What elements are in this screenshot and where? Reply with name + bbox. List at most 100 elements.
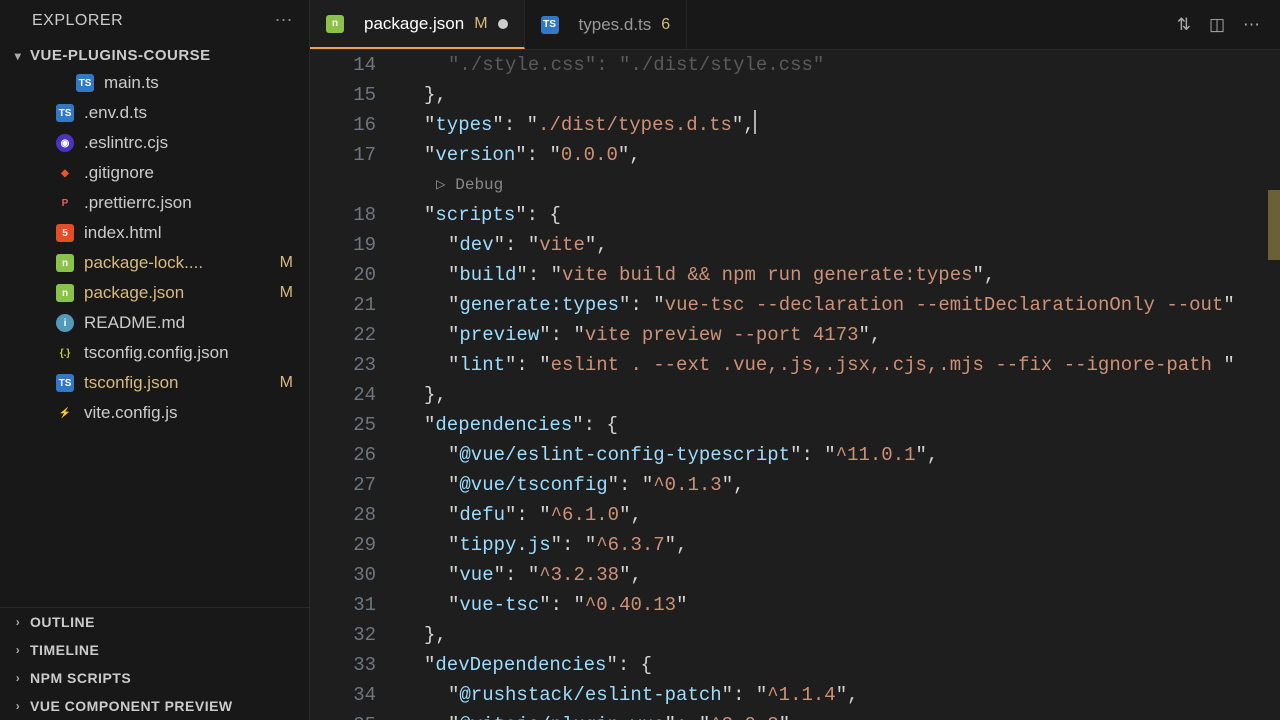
- file-item[interactable]: ◉.eslintrc.cjs: [0, 128, 309, 158]
- file-item[interactable]: {.}tsconfig.config.json: [0, 338, 309, 368]
- modified-badge: M: [280, 284, 293, 302]
- code-line[interactable]: },: [400, 620, 1280, 650]
- line-number: 23: [310, 350, 400, 380]
- line-number: 26: [310, 440, 400, 470]
- split-icon[interactable]: ◫: [1209, 15, 1225, 35]
- line-number: 28: [310, 500, 400, 530]
- folder-header[interactable]: ▾ VUE-PLUGINS-COURSE: [0, 43, 309, 68]
- code-line[interactable]: "vue": "^3.2.38",: [400, 560, 1280, 590]
- code-line[interactable]: "lint": "eslint . --ext .vue,.js,.jsx,.c…: [400, 350, 1280, 380]
- npm-icon: n: [56, 254, 74, 272]
- tab-name: types.d.ts: [579, 15, 652, 35]
- code-line[interactable]: "@vue/tsconfig": "^0.1.3",: [400, 470, 1280, 500]
- code-editor[interactable]: 1415161718192021222324252627282930313233…: [310, 50, 1280, 720]
- line-number: 30: [310, 560, 400, 590]
- eslint-icon: ◉: [56, 134, 74, 152]
- file-item[interactable]: TS .env.d.ts: [0, 98, 309, 128]
- line-number: 29: [310, 530, 400, 560]
- line-number: 18: [310, 200, 400, 230]
- code-line[interactable]: },: [400, 380, 1280, 410]
- scrollbar-marker[interactable]: [1268, 190, 1280, 260]
- code-content[interactable]: "./style.css": "./dist/style.css"},"type…: [400, 50, 1280, 720]
- line-number: 17: [310, 140, 400, 170]
- tab-name: package.json: [364, 14, 464, 34]
- code-line[interactable]: "preview": "vite preview --port 4173",: [400, 320, 1280, 350]
- compare-icon[interactable]: ⇅: [1177, 15, 1191, 35]
- code-line[interactable]: "./style.css": "./dist/style.css": [400, 50, 1280, 80]
- tab-badge: 6: [661, 16, 670, 34]
- html-icon: 5: [56, 224, 74, 242]
- file-item[interactable]: P .prettierrc.json: [0, 188, 309, 218]
- cursor: [754, 110, 756, 134]
- line-number: [310, 170, 400, 200]
- bottom-sections: ›OUTLINE›TIMELINE›NPM SCRIPTS›VUE COMPON…: [0, 607, 309, 720]
- tab[interactable]: n package.json M: [310, 0, 525, 49]
- line-number: 20: [310, 260, 400, 290]
- section-header[interactable]: › NPM SCRIPTS: [0, 664, 309, 692]
- titlebar-actions: ⇅ ◫ ⋯: [1177, 15, 1280, 35]
- file-name: .prettierrc.json: [84, 193, 192, 213]
- modified-badge: M: [280, 374, 293, 392]
- code-line[interactable]: "@rushstack/eslint-patch": "^1.1.4",: [400, 680, 1280, 710]
- line-number: 19: [310, 230, 400, 260]
- modified-badge: M: [280, 254, 293, 272]
- ts-icon: TS: [76, 74, 94, 92]
- file-name: tsconfig.config.json: [84, 343, 229, 363]
- file-name: .env.d.ts: [84, 103, 147, 123]
- section-header[interactable]: ›OUTLINE: [0, 608, 309, 636]
- code-line[interactable]: "types": "./dist/types.d.ts",: [400, 110, 1280, 140]
- gutter: 1415161718192021222324252627282930313233…: [310, 50, 400, 720]
- chevron-right-icon: ›: [10, 615, 26, 629]
- line-number: 31: [310, 590, 400, 620]
- more-icon[interactable]: ⋯: [275, 10, 294, 31]
- file-item[interactable]: iREADME.md: [0, 308, 309, 338]
- file-item[interactable]: TSmain.ts: [0, 68, 309, 98]
- md-icon: i: [56, 314, 74, 332]
- code-line[interactable]: "devDependencies": {: [400, 650, 1280, 680]
- file-item[interactable]: ◆.gitignore: [0, 158, 309, 188]
- code-line[interactable]: "generate:types": "vue-tsc --declaration…: [400, 290, 1280, 320]
- file-item[interactable]: TStsconfig.jsonM: [0, 368, 309, 398]
- tab-badge: M: [474, 15, 487, 33]
- section-header[interactable]: ›TIMELINE: [0, 636, 309, 664]
- code-line[interactable]: "@vue/eslint-config-typescript": "^11.0.…: [400, 440, 1280, 470]
- more-actions-icon[interactable]: ⋯: [1243, 15, 1260, 35]
- code-line[interactable]: "version": "0.0.0",: [400, 140, 1280, 170]
- section-name: TIMELINE: [30, 642, 99, 658]
- code-line[interactable]: "tippy.js": "^6.3.7",: [400, 530, 1280, 560]
- file-item[interactable]: n package-lock.... M: [0, 248, 309, 278]
- folder-name: VUE-PLUGINS-COURSE: [30, 47, 211, 64]
- code-line[interactable]: "vue-tsc": "^0.40.13": [400, 590, 1280, 620]
- section-name: NPM SCRIPTS: [30, 670, 131, 686]
- line-number: 25: [310, 410, 400, 440]
- tab[interactable]: TS types.d.ts 6: [525, 0, 688, 49]
- file-name: tsconfig.json: [84, 373, 179, 393]
- line-number: 32: [310, 620, 400, 650]
- debug-hint[interactable]: ▷ Debug: [400, 170, 503, 200]
- file-item[interactable]: ⚡vite.config.js: [0, 398, 309, 428]
- code-line[interactable]: ▷ Debug: [400, 170, 1280, 200]
- file-name: package-lock....: [84, 253, 203, 273]
- file-icon: TS: [541, 16, 559, 34]
- file-icon: n: [326, 15, 344, 33]
- prettier-icon: P: [56, 194, 74, 212]
- section-name: VUE COMPONENT PREVIEW: [30, 698, 233, 714]
- line-number: 21: [310, 290, 400, 320]
- code-line[interactable]: "dev": "vite",: [400, 230, 1280, 260]
- line-number: 34: [310, 680, 400, 710]
- code-line[interactable]: "build": "vite build && npm run generate…: [400, 260, 1280, 290]
- code-line[interactable]: "@vitejs/plugin-vue": "^3.0.3",: [400, 710, 1280, 720]
- section-header[interactable]: ›VUE COMPONENT PREVIEW: [0, 692, 309, 720]
- file-item[interactable]: 5index.html: [0, 218, 309, 248]
- code-line[interactable]: },: [400, 80, 1280, 110]
- code-line[interactable]: "dependencies": {: [400, 410, 1280, 440]
- file-tree: TSmain.tsTS.env.d.ts◉.eslintrc.cjs◆.giti…: [0, 68, 309, 607]
- tab-bar: n package.json M TS types.d.ts 6 ⇅ ◫ ⋯: [310, 0, 1280, 50]
- ts-icon: TS: [56, 104, 74, 122]
- code-line[interactable]: "defu": "^6.1.0",: [400, 500, 1280, 530]
- code-line[interactable]: "scripts": {: [400, 200, 1280, 230]
- line-number: 16: [310, 110, 400, 140]
- chevron-right-icon: ›: [10, 671, 26, 685]
- file-item[interactable]: npackage.jsonM: [0, 278, 309, 308]
- file-name: package.json: [84, 283, 184, 303]
